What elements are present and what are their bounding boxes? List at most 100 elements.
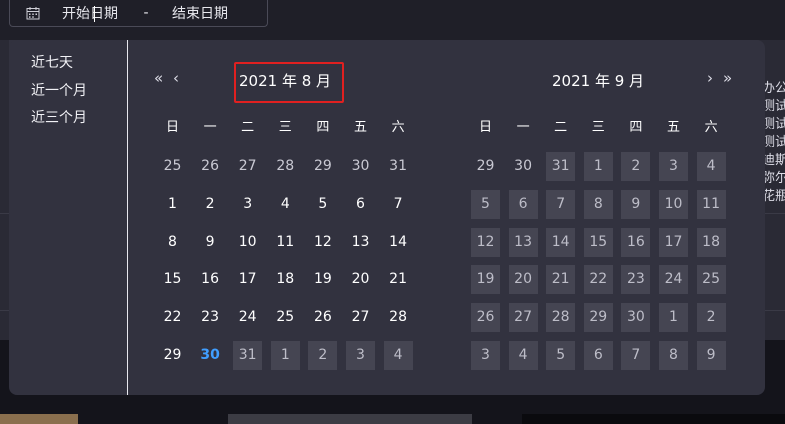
weekday-label: 五 — [666, 120, 680, 135]
background-list-item: 弥尔 — [762, 171, 785, 186]
date-range-picker-panel: 近七天 近一个月 近三个月 « ‹ 2021 年 8 月 日一二三四五六 25 26… — [9, 40, 765, 395]
day-cell: 9 — [696, 341, 726, 370]
day-cell[interactable]: 22 — [158, 303, 187, 332]
day-cell[interactable]: 31 — [384, 152, 413, 181]
day-cell[interactable]: 26 — [196, 152, 225, 181]
day-cell: 4 — [508, 341, 538, 370]
shortcut-last-3-months[interactable]: 近三个月 — [31, 107, 87, 127]
day-cell[interactable]: 25 — [158, 152, 187, 181]
day-cell: 11 — [696, 189, 726, 219]
day-cell[interactable]: 16 — [196, 265, 225, 294]
weekday-label: 三 — [278, 120, 292, 135]
day-cell[interactable]: 2 — [196, 190, 225, 219]
day-cell: 27 — [508, 303, 538, 333]
date-range-input[interactable]: 开始日期 - 结束日期 — [9, 0, 268, 27]
day-cell[interactable]: 20 — [346, 265, 375, 294]
weekday-label: 一 — [203, 120, 217, 135]
day-cell: 3 — [471, 341, 500, 370]
day-cell: 6 — [583, 341, 613, 370]
thumbnail-strip — [0, 414, 785, 424]
thumbnail[interactable] — [522, 414, 785, 424]
day-cell[interactable]: 5 — [308, 190, 337, 219]
day-cell[interactable]: 17 — [233, 265, 262, 294]
day-cell[interactable]: 8 — [158, 228, 187, 257]
weekday-label: 日 — [478, 120, 492, 135]
day-cell[interactable]: 14 — [384, 228, 413, 257]
day-cell[interactable]: 19 — [308, 265, 337, 294]
day-cell[interactable]: 26 — [308, 303, 337, 332]
day-cell: 22 — [583, 265, 613, 295]
day-cell[interactable]: 29 — [308, 152, 337, 181]
day-cell: 5 — [546, 341, 576, 370]
weekday-label: 一 — [516, 120, 530, 135]
day-cell[interactable]: 29 — [158, 341, 187, 370]
day-cell[interactable]: 1 — [158, 190, 187, 219]
weekday-label: 二 — [554, 120, 568, 135]
start-date-input[interactable]: 开始日期 — [62, 3, 134, 23]
day-cell: 19 — [471, 265, 500, 295]
day-cell: 3 — [346, 341, 375, 370]
left-month-title[interactable]: 2021 年 8 月 — [239, 70, 331, 91]
weekday-label: 四 — [316, 120, 330, 135]
day-cell[interactable]: 30 — [509, 152, 538, 181]
background-list-text: 办公 测试 测试 测试 迪斯 弥尔 花瓶 — [762, 80, 785, 206]
thumbnail[interactable] — [0, 414, 78, 424]
day-cell[interactable]: 13 — [346, 228, 375, 257]
day-cell[interactable]: 9 — [196, 228, 225, 257]
calendar-icon — [26, 7, 40, 20]
day-cell: 20 — [508, 265, 538, 295]
day-cell: 23 — [621, 265, 651, 295]
day-cell[interactable]: 4 — [271, 190, 300, 219]
day-cell: 31 — [546, 152, 576, 181]
background-list-item: 测试 — [762, 135, 785, 150]
day-cell[interactable]: 21 — [384, 265, 413, 294]
shortcut-last-month[interactable]: 近一个月 — [31, 80, 87, 100]
prev-month-button[interactable]: ‹ — [173, 69, 179, 87]
thumbnail[interactable] — [228, 414, 472, 424]
end-date-input[interactable]: 结束日期 — [158, 3, 228, 23]
next-year-button[interactable]: » — [723, 69, 732, 87]
day-cell: 10 — [659, 189, 688, 219]
day-cell[interactable]: 18 — [271, 265, 300, 294]
day-cell: 2 — [696, 303, 726, 333]
day-cell[interactable]: 7 — [384, 190, 413, 219]
range-separator: - — [143, 5, 149, 21]
background-list-item: 办公 — [762, 81, 785, 96]
background-list-item: 迪斯 — [762, 153, 785, 168]
day-cell[interactable]: 28 — [271, 152, 300, 181]
day-cell: 9 — [621, 189, 651, 219]
day-cell[interactable]: 6 — [346, 190, 375, 219]
day-cell[interactable]: 24 — [233, 303, 262, 332]
day-cell[interactable]: 28 — [384, 303, 413, 332]
day-cell: 14 — [546, 227, 576, 257]
day-cell: 6 — [508, 189, 538, 219]
day-cell[interactable]: 12 — [308, 228, 337, 257]
weekday-label: 五 — [353, 120, 367, 135]
day-cell: 31 — [233, 341, 263, 370]
day-cell: 29 — [583, 303, 613, 333]
day-cell[interactable]: 29 — [471, 152, 500, 181]
day-cell: 7 — [621, 341, 651, 370]
shortcut-last-7-days[interactable]: 近七天 — [31, 52, 73, 72]
day-cell: 26 — [471, 303, 500, 333]
day-cell: 24 — [659, 265, 688, 295]
day-cell[interactable]: 10 — [233, 228, 262, 257]
day-cell: 12 — [471, 227, 500, 257]
background-list-item: 花瓶 — [762, 189, 785, 204]
day-cell[interactable]: 3 — [233, 190, 262, 219]
day-cell[interactable]: 11 — [271, 228, 300, 257]
day-cell[interactable]: 15 — [158, 265, 187, 294]
day-cell[interactable]: 23 — [196, 303, 225, 332]
next-month-button[interactable]: › — [707, 69, 713, 87]
day-cell-today[interactable]: 30 — [196, 341, 225, 370]
right-month-title[interactable]: 2021 年 9 月 — [552, 70, 644, 91]
day-cell[interactable]: 25 — [271, 303, 300, 332]
day-cell[interactable]: 30 — [346, 152, 375, 181]
day-cell: 17 — [659, 227, 688, 257]
day-cell[interactable]: 27 — [233, 152, 262, 181]
weekday-label: 二 — [241, 120, 255, 135]
prev-year-button[interactable]: « — [154, 69, 163, 87]
day-cell: 1 — [659, 303, 688, 333]
day-cell: 15 — [583, 227, 613, 257]
day-cell[interactable]: 27 — [346, 303, 375, 332]
